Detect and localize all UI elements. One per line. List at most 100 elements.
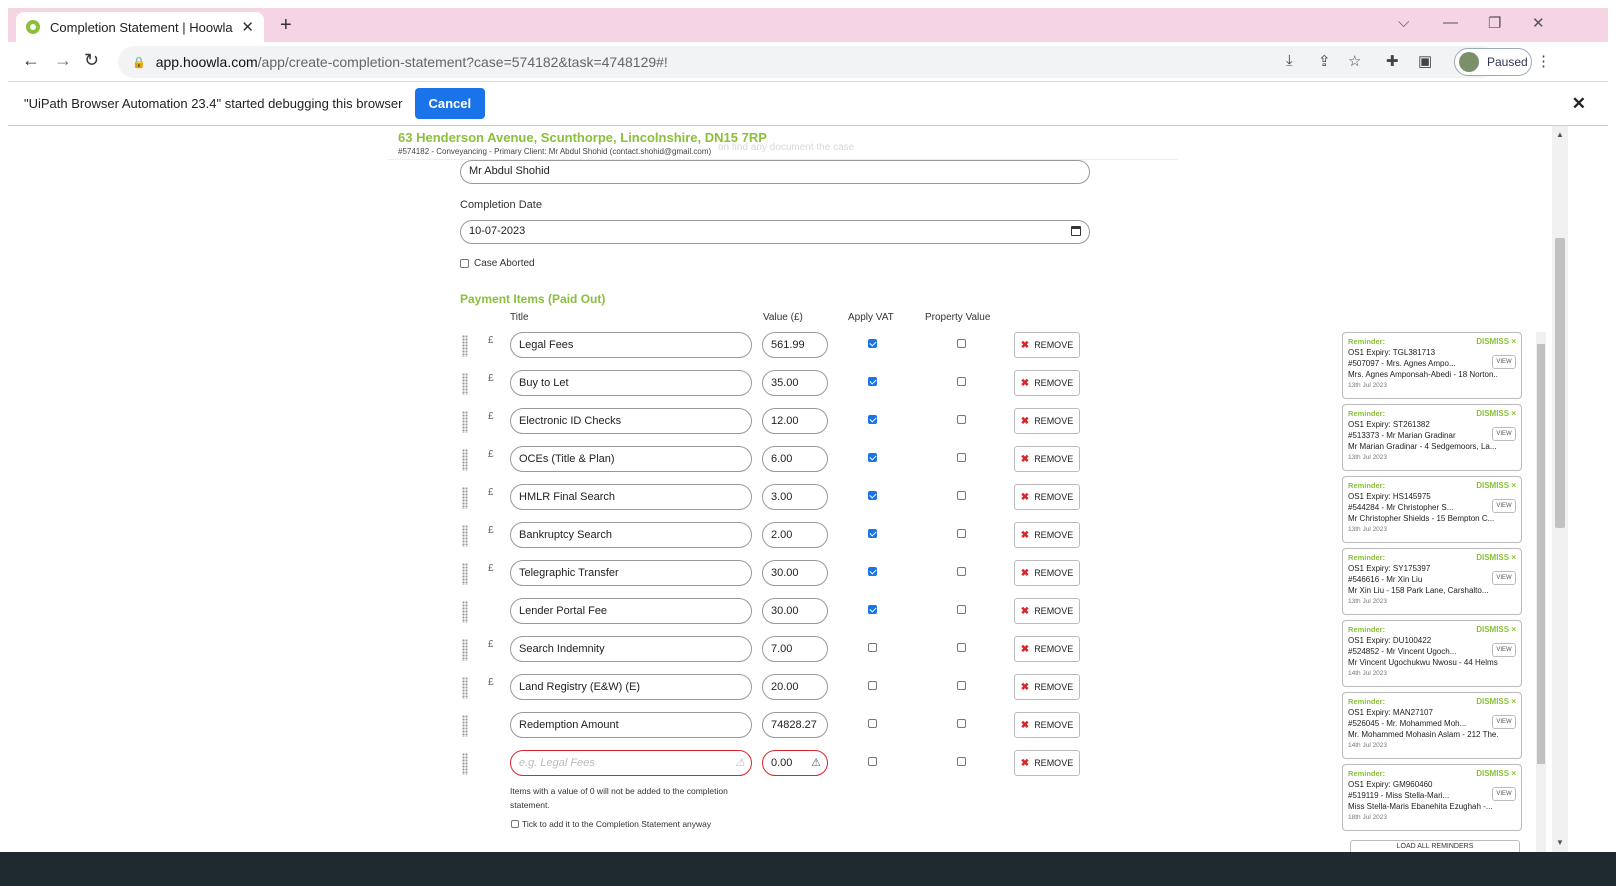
drag-handle-icon[interactable] (462, 449, 468, 471)
drag-handle-icon[interactable] (462, 601, 468, 623)
property-value-checkbox[interactable] (957, 757, 966, 766)
drag-handle-icon[interactable] (462, 335, 468, 357)
item-title-input[interactable]: Search Indemnity (510, 636, 752, 662)
item-value-input[interactable]: 6.00 (762, 446, 828, 472)
drag-handle-icon[interactable] (462, 639, 468, 661)
extensions-icon[interactable]: ✚ (1386, 52, 1399, 70)
drag-handle-icon[interactable] (462, 373, 468, 395)
apply-vat-checkbox[interactable] (868, 491, 877, 500)
dismiss-button[interactable]: DISMISS × (1476, 408, 1516, 419)
dismiss-button[interactable]: DISMISS × (1476, 768, 1516, 779)
property-value-checkbox[interactable] (957, 491, 966, 500)
dismiss-button[interactable]: DISMISS × (1476, 480, 1516, 491)
share-icon[interactable]: ⇪ (1318, 52, 1331, 70)
item-title-input[interactable]: Lender Portal Fee (510, 598, 752, 624)
view-button[interactable]: VIEW (1492, 355, 1516, 369)
minimize-icon[interactable]: — (1443, 14, 1458, 31)
remove-button[interactable]: ✖ REMOVE (1014, 484, 1080, 510)
remove-button[interactable]: ✖ REMOVE (1014, 332, 1080, 358)
item-title-input[interactable]: HMLR Final Search (510, 484, 752, 510)
new-item-title-input[interactable]: e.g. Legal Fees ⚠ (510, 750, 752, 776)
apply-vat-checkbox[interactable] (868, 605, 877, 614)
item-value-input[interactable]: 30.00 (762, 598, 828, 624)
item-value-input[interactable]: 30.00 (762, 560, 828, 586)
apply-vat-checkbox[interactable] (868, 529, 877, 538)
property-value-checkbox[interactable] (957, 415, 966, 424)
dismiss-button[interactable]: DISMISS × (1476, 696, 1516, 707)
page-scroll-thumb[interactable] (1555, 238, 1565, 528)
dismiss-button[interactable]: DISMISS × (1476, 336, 1516, 347)
load-all-reminders-button[interactable]: LOAD ALL REMINDERS (1350, 840, 1520, 852)
item-value-input[interactable]: 2.00 (762, 522, 828, 548)
forward-arrow-icon[interactable]: → (54, 50, 72, 71)
star-icon[interactable]: ☆ (1348, 52, 1361, 70)
apply-vat-checkbox[interactable] (868, 681, 877, 690)
property-value-checkbox[interactable] (957, 339, 966, 348)
tab-close-icon[interactable]: ✕ (241, 18, 254, 36)
property-value-checkbox[interactable] (957, 529, 966, 538)
view-button[interactable]: VIEW (1492, 499, 1516, 513)
sidepanel-icon[interactable]: ▣ (1418, 52, 1432, 70)
calendar-icon[interactable] (1071, 226, 1081, 236)
apply-vat-checkbox[interactable] (868, 719, 877, 728)
remove-button[interactable]: ✖ REMOVE (1014, 522, 1080, 548)
drag-handle-icon[interactable] (462, 411, 468, 433)
view-button[interactable]: VIEW (1492, 571, 1516, 585)
item-title-input[interactable]: Land Registry (E&W) (E) (510, 674, 752, 700)
remove-button[interactable]: ✖ REMOVE (1014, 408, 1080, 434)
profile-button[interactable]: Paused (1454, 48, 1532, 76)
item-title-input[interactable]: Telegraphic Transfer (510, 560, 752, 586)
restore-icon[interactable]: ❐ (1488, 14, 1501, 32)
property-value-checkbox[interactable] (957, 377, 966, 386)
remove-button[interactable]: ✖ REMOVE (1014, 636, 1080, 662)
more-icon[interactable]: ⋮ (1536, 52, 1551, 70)
apply-vat-checkbox[interactable] (868, 415, 877, 424)
property-value-checkbox[interactable] (957, 605, 966, 614)
property-value-checkbox[interactable] (957, 643, 966, 652)
cancel-debug-button[interactable]: Cancel (414, 88, 486, 119)
client-name-input[interactable]: Mr Abdul Shohid (460, 160, 1090, 184)
apply-vat-checkbox[interactable] (868, 567, 877, 576)
property-value-checkbox[interactable] (957, 453, 966, 462)
remove-button[interactable]: ✖ REMOVE (1014, 370, 1080, 396)
drag-handle-icon[interactable] (462, 753, 468, 775)
apply-vat-checkbox[interactable] (868, 643, 877, 652)
apply-vat-checkbox[interactable] (868, 377, 877, 386)
scroll-down-icon[interactable]: ▼ (1556, 838, 1564, 847)
scroll-up-icon[interactable]: ▲ (1556, 130, 1564, 139)
drag-handle-icon[interactable] (462, 563, 468, 585)
remove-button[interactable]: ✖ REMOVE (1014, 674, 1080, 700)
page-scrollbar[interactable]: ▲ ▼ (1552, 126, 1568, 852)
item-title-input[interactable]: Redemption Amount (510, 712, 752, 738)
close-infobar-icon[interactable]: ✕ (1572, 94, 1586, 114)
item-title-input[interactable]: Electronic ID Checks (510, 408, 752, 434)
property-value-checkbox[interactable] (957, 681, 966, 690)
view-button[interactable]: VIEW (1492, 787, 1516, 801)
item-value-input[interactable]: 35.00 (762, 370, 828, 396)
reminders-scrollbar[interactable] (1536, 332, 1546, 852)
property-value-checkbox[interactable] (957, 719, 966, 728)
remove-button[interactable]: ✖ REMOVE (1014, 446, 1080, 472)
window-close-icon[interactable]: ✕ (1532, 14, 1545, 32)
remove-button[interactable]: ✖ REMOVE (1014, 750, 1080, 776)
item-title-input[interactable]: Legal Fees (510, 332, 752, 358)
drag-handle-icon[interactable] (462, 525, 468, 547)
item-title-input[interactable]: OCEs (Title & Plan) (510, 446, 752, 472)
back-arrow-icon[interactable]: ← (22, 50, 40, 71)
item-value-input[interactable]: 74828.27 (762, 712, 828, 738)
property-value-checkbox[interactable] (957, 567, 966, 576)
remove-button[interactable]: ✖ REMOVE (1014, 712, 1080, 738)
apply-vat-checkbox[interactable] (868, 453, 877, 462)
item-value-input[interactable]: 3.00 (762, 484, 828, 510)
drag-handle-icon[interactable] (462, 487, 468, 509)
item-value-input[interactable]: 12.00 (762, 408, 828, 434)
new-item-value-input[interactable]: 0.00 ⚠ (762, 750, 828, 776)
item-title-input[interactable]: Buy to Let (510, 370, 752, 396)
tick-anyway-checkbox[interactable] (511, 820, 519, 828)
view-button[interactable]: VIEW (1492, 427, 1516, 441)
dismiss-button[interactable]: DISMISS × (1476, 552, 1516, 563)
apply-vat-checkbox[interactable] (868, 339, 877, 348)
new-tab-button[interactable]: + (280, 14, 292, 37)
remove-button[interactable]: ✖ REMOVE (1014, 560, 1080, 586)
install-icon[interactable]: ⤓ (1286, 52, 1293, 69)
